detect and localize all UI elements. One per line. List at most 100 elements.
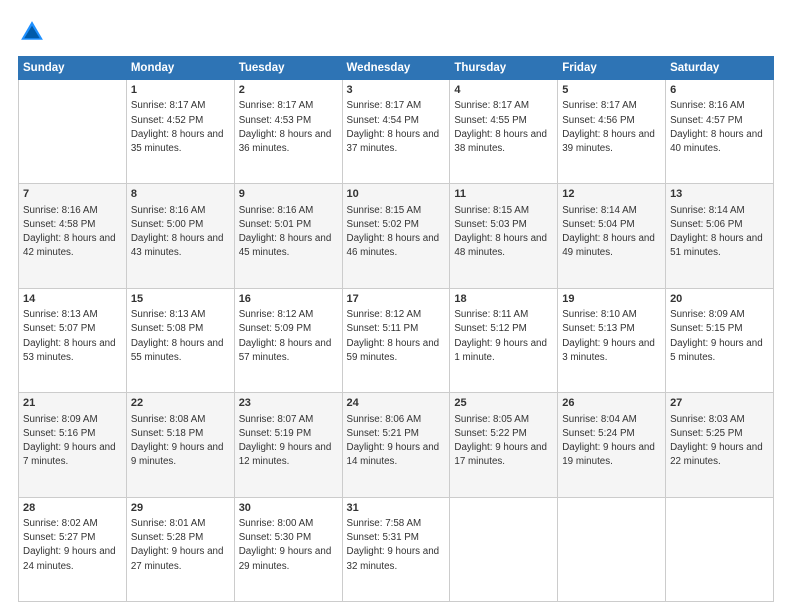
day-info: Sunrise: 8:08 AMSunset: 5:18 PMDaylight:… bbox=[131, 413, 230, 470]
day-number: 19 bbox=[562, 292, 661, 307]
calendar-cell: 11 Sunrise: 8:15 AMSunset: 5:03 PMDayligh… bbox=[450, 184, 558, 288]
day-info: Sunrise: 8:14 AMSunset: 5:04 PMDaylight:… bbox=[562, 204, 661, 261]
day-info: Sunrise: 8:17 AMSunset: 4:56 PMDaylight:… bbox=[562, 99, 661, 156]
calendar-cell: 30Sunrise: 8:00 AMSunset: 5:30 PMDayligh… bbox=[234, 497, 342, 601]
day-info: Sunrise: 8:00 AMSunset: 5:30 PMDaylight:… bbox=[239, 517, 338, 574]
day-number: 9 bbox=[239, 187, 338, 202]
calendar-cell: 29Sunrise: 8:01 AMSunset: 5:28 PMDayligh… bbox=[126, 497, 234, 601]
calendar-week-row: 21Sunrise: 8:09 AMSunset: 5:16 PMDayligh… bbox=[19, 393, 774, 497]
day-number: 14 bbox=[23, 292, 122, 307]
day-number: 29 bbox=[131, 501, 230, 516]
calendar-body: 1Sunrise: 8:17 AMSunset: 4:52 PMDaylight… bbox=[19, 80, 774, 602]
calendar-cell: 17Sunrise: 8:12 AMSunset: 5:11 PMDayligh… bbox=[342, 288, 450, 392]
calendar-cell: 5Sunrise: 8:17 AMSunset: 4:56 PMDaylight… bbox=[558, 80, 666, 184]
calendar-cell: 12Sunrise: 8:14 AMSunset: 5:04 PMDayligh… bbox=[558, 184, 666, 288]
day-info: Sunrise: 8:17 AMSunset: 4:55 PMDaylight:… bbox=[454, 99, 553, 156]
calendar-cell: 14Sunrise: 8:13 AMSunset: 5:07 PMDayligh… bbox=[19, 288, 127, 392]
calendar-cell: 15Sunrise: 8:13 AMSunset: 5:08 PMDayligh… bbox=[126, 288, 234, 392]
day-info: Sunrise: 8:09 AMSunset: 5:15 PMDaylight:… bbox=[670, 308, 769, 365]
day-number: 22 bbox=[131, 396, 230, 411]
calendar-cell: 8Sunrise: 8:16 AMSunset: 5:00 PMDaylight… bbox=[126, 184, 234, 288]
calendar-cell: 26 Sunrise: 8:04 AMSunset: 5:24 PMDayligh… bbox=[558, 393, 666, 497]
day-number: 6 bbox=[670, 83, 769, 98]
day-number: 28 bbox=[23, 501, 122, 516]
day-header-thursday: Thursday bbox=[450, 57, 558, 80]
day-info: Sunrise: 8:10 AMSunset: 5:13 PMDaylight:… bbox=[562, 308, 661, 365]
calendar-cell: 3Sunrise: 8:17 AMSunset: 4:54 PMDaylight… bbox=[342, 80, 450, 184]
calendar-cell: 19Sunrise: 8:10 AMSunset: 5:13 PMDayligh… bbox=[558, 288, 666, 392]
calendar-cell: 13Sunrise: 8:14 AMSunset: 5:06 PMDayligh… bbox=[666, 184, 774, 288]
day-number: 11 bbox=[454, 187, 553, 202]
day-number: 10 bbox=[347, 187, 446, 202]
day-info: Sunrise: 8:16 AMSunset: 5:00 PMDaylight:… bbox=[131, 204, 230, 261]
calendar-table: SundayMondayTuesdayWednesdayThursdayFrid… bbox=[18, 56, 774, 602]
calendar-week-row: 1Sunrise: 8:17 AMSunset: 4:52 PMDaylight… bbox=[19, 80, 774, 184]
day-info: Sunrise: 8:17 AMSunset: 4:53 PMDaylight:… bbox=[239, 99, 338, 156]
day-number: 7 bbox=[23, 187, 122, 202]
day-header-friday: Friday bbox=[558, 57, 666, 80]
day-number: 4 bbox=[454, 83, 553, 98]
day-info: Sunrise: 8:01 AMSunset: 5:28 PMDaylight:… bbox=[131, 517, 230, 574]
calendar-week-row: 28Sunrise: 8:02 AMSunset: 5:27 PMDayligh… bbox=[19, 497, 774, 601]
day-info: Sunrise: 8:16 AMSunset: 5:01 PMDaylight:… bbox=[239, 204, 338, 261]
logo bbox=[18, 18, 50, 46]
day-info: Sunrise: 8:02 AMSunset: 5:27 PMDaylight:… bbox=[23, 517, 122, 574]
day-info: Sunrise: 8:11 AMSunset: 5:12 PMDaylight:… bbox=[454, 308, 553, 365]
day-header-wednesday: Wednesday bbox=[342, 57, 450, 80]
calendar-cell: 10 Sunrise: 8:15 AMSunset: 5:02 PMDayligh… bbox=[342, 184, 450, 288]
calendar-cell: 23 Sunrise: 8:07 AMSunset: 5:19 PMDayligh… bbox=[234, 393, 342, 497]
day-number: 5 bbox=[562, 83, 661, 98]
day-info: Sunrise: 8:09 AMSunset: 5:16 PMDaylight:… bbox=[23, 413, 122, 470]
calendar-header-row: SundayMondayTuesdayWednesdayThursdayFrid… bbox=[19, 57, 774, 80]
header bbox=[18, 18, 774, 46]
day-number: 31 bbox=[347, 501, 446, 516]
calendar-cell: 7 Sunrise: 8:16 AMSunset: 4:58 PMDaylight… bbox=[19, 184, 127, 288]
day-info: Sunrise: 8:06 AMSunset: 5:21 PMDaylight:… bbox=[347, 413, 446, 470]
day-info: Sunrise: 8:15 AMSunset: 5:03 PMDaylight:… bbox=[454, 204, 553, 261]
calendar-cell: 25 Sunrise: 8:05 AMSunset: 5:22 PMDayligh… bbox=[450, 393, 558, 497]
day-number: 24 bbox=[347, 396, 446, 411]
day-info: Sunrise: 8:15 AMSunset: 5:02 PMDaylight:… bbox=[347, 204, 446, 261]
calendar-cell: 28Sunrise: 8:02 AMSunset: 5:27 PMDayligh… bbox=[19, 497, 127, 601]
calendar-cell bbox=[666, 497, 774, 601]
day-info: Sunrise: 8:13 AMSunset: 5:07 PMDaylight:… bbox=[23, 308, 122, 365]
day-info: Sunrise: 8:16 AMSunset: 4:57 PMDaylight:… bbox=[670, 99, 769, 156]
calendar-cell: 22 Sunrise: 8:08 AMSunset: 5:18 PMDayligh… bbox=[126, 393, 234, 497]
day-info: Sunrise: 8:07 AMSunset: 5:19 PMDaylight:… bbox=[239, 413, 338, 470]
day-number: 18 bbox=[454, 292, 553, 307]
day-info: Sunrise: 8:13 AMSunset: 5:08 PMDaylight:… bbox=[131, 308, 230, 365]
day-info: Sunrise: 8:03 AMSunset: 5:25 PMDaylight:… bbox=[670, 413, 769, 470]
day-number: 17 bbox=[347, 292, 446, 307]
day-number: 3 bbox=[347, 83, 446, 98]
day-info: Sunrise: 8:04 AMSunset: 5:24 PMDaylight:… bbox=[562, 413, 661, 470]
day-number: 25 bbox=[454, 396, 553, 411]
day-info: Sunrise: 8:12 AMSunset: 5:09 PMDaylight:… bbox=[239, 308, 338, 365]
day-header-sunday: Sunday bbox=[19, 57, 127, 80]
page: SundayMondayTuesdayWednesdayThursdayFrid… bbox=[0, 0, 792, 612]
day-info: Sunrise: 7:58 AMSunset: 5:31 PMDaylight:… bbox=[347, 517, 446, 574]
calendar-cell: 2Sunrise: 8:17 AMSunset: 4:53 PMDaylight… bbox=[234, 80, 342, 184]
calendar-cell bbox=[450, 497, 558, 601]
calendar-cell: 27Sunrise: 8:03 AMSunset: 5:25 PMDayligh… bbox=[666, 393, 774, 497]
logo-icon bbox=[18, 18, 46, 46]
calendar-cell: 4Sunrise: 8:17 AMSunset: 4:55 PMDaylight… bbox=[450, 80, 558, 184]
calendar-cell bbox=[19, 80, 127, 184]
day-header-tuesday: Tuesday bbox=[234, 57, 342, 80]
day-header-saturday: Saturday bbox=[666, 57, 774, 80]
day-info: Sunrise: 8:17 AMSunset: 4:52 PMDaylight:… bbox=[131, 99, 230, 156]
day-number: 26 bbox=[562, 396, 661, 411]
day-info: Sunrise: 8:05 AMSunset: 5:22 PMDaylight:… bbox=[454, 413, 553, 470]
day-number: 2 bbox=[239, 83, 338, 98]
calendar-week-row: 7 Sunrise: 8:16 AMSunset: 4:58 PMDaylight… bbox=[19, 184, 774, 288]
day-number: 13 bbox=[670, 187, 769, 202]
calendar-cell: 6Sunrise: 8:16 AMSunset: 4:57 PMDaylight… bbox=[666, 80, 774, 184]
calendar-week-row: 14Sunrise: 8:13 AMSunset: 5:07 PMDayligh… bbox=[19, 288, 774, 392]
calendar-cell: 20Sunrise: 8:09 AMSunset: 5:15 PMDayligh… bbox=[666, 288, 774, 392]
calendar-cell: 18Sunrise: 8:11 AMSunset: 5:12 PMDayligh… bbox=[450, 288, 558, 392]
day-info: Sunrise: 8:12 AMSunset: 5:11 PMDaylight:… bbox=[347, 308, 446, 365]
day-number: 1 bbox=[131, 83, 230, 98]
calendar-cell bbox=[558, 497, 666, 601]
day-info: Sunrise: 8:16 AMSunset: 4:58 PMDaylight:… bbox=[23, 204, 122, 261]
calendar-cell: 24 Sunrise: 8:06 AMSunset: 5:21 PMDayligh… bbox=[342, 393, 450, 497]
day-number: 23 bbox=[239, 396, 338, 411]
